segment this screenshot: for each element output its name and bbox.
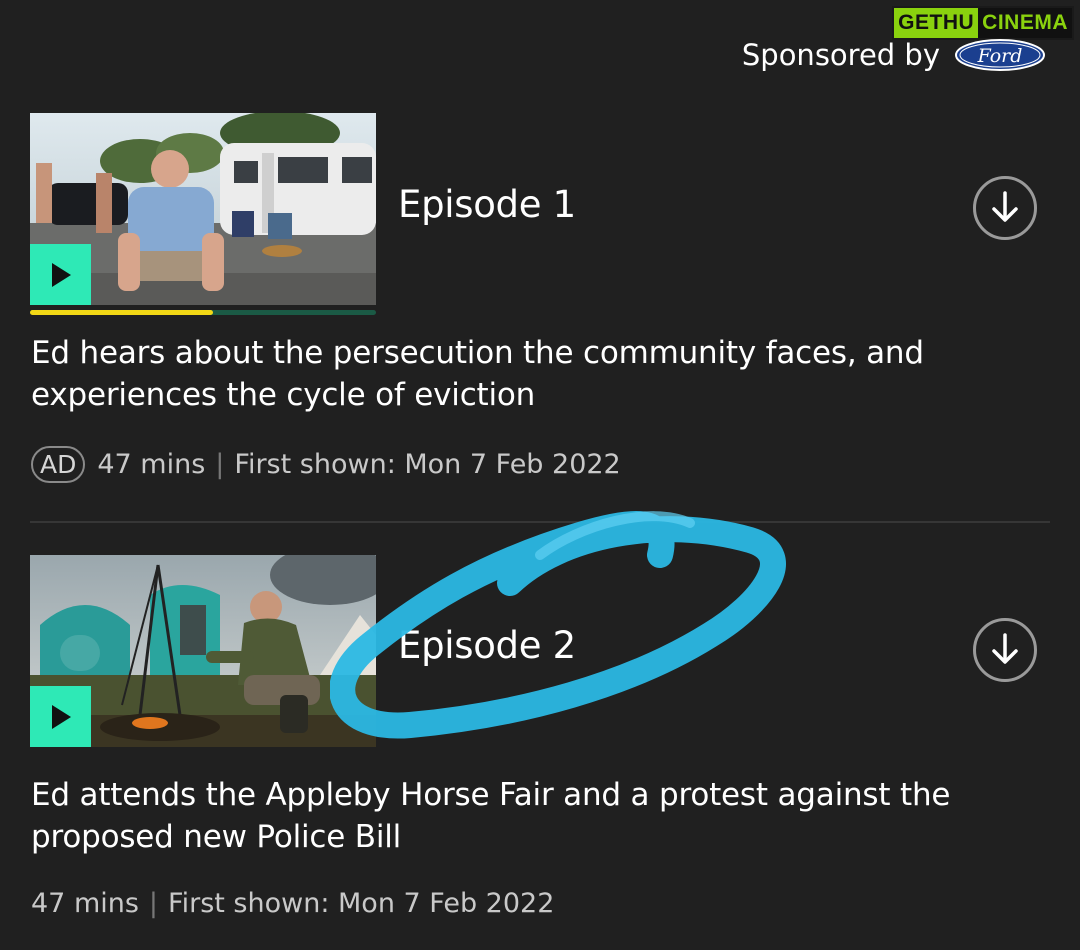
episode-1-progress-bar <box>30 310 376 315</box>
episode-2-meta: 47 mins | First shown: Mon 7 Feb 2022 <box>31 888 554 919</box>
play-icon <box>51 704 71 729</box>
episode-1-thumbnail[interactable] <box>30 113 376 305</box>
episode-1-progress-fill <box>30 310 214 315</box>
download-icon <box>992 633 1018 664</box>
episode-2-description: Ed attends the Appleby Horse Fair and a … <box>31 777 951 855</box>
episode-1-duration: 47 mins <box>97 449 206 480</box>
episode-2-download-button[interactable] <box>973 618 1037 682</box>
download-icon <box>992 191 1018 222</box>
watermark-part-b: CINEMA <box>978 8 1072 38</box>
episode-list-page: GETHU CINEMA Sponsored by Ford Episode 1… <box>0 0 1080 950</box>
episode-2-title[interactable]: Episode 2 <box>398 624 576 667</box>
episode-2-duration: 47 mins <box>31 888 139 919</box>
sponsor-banner: Sponsored by Ford <box>742 38 1046 72</box>
episode-1-description: Ed hears about the persecution the commu… <box>31 335 924 413</box>
episode-2-first-shown: First shown: Mon 7 Feb 2022 <box>168 888 555 919</box>
episode-divider <box>30 521 1050 523</box>
episode-1-play-button[interactable] <box>30 244 91 305</box>
episode-1-meta: AD 47 mins | First shown: Mon 7 Feb 2022 <box>31 446 621 483</box>
play-icon <box>51 262 71 287</box>
meta-separator: | <box>148 888 159 919</box>
audio-description-badge: AD <box>31 446 86 483</box>
svg-text:Ford: Ford <box>977 45 1023 67</box>
ford-logo: Ford <box>955 39 1045 71</box>
episode-1-title[interactable]: Episode 1 <box>398 183 576 226</box>
meta-separator: | <box>215 449 225 480</box>
watermark-part-a: GETHU <box>894 8 979 38</box>
episode-1-download-button[interactable] <box>973 176 1037 240</box>
episode-2-thumbnail[interactable] <box>30 555 376 747</box>
episode-1-first-shown: First shown: Mon 7 Feb 2022 <box>234 449 621 480</box>
watermark: GETHU CINEMA <box>892 6 1074 40</box>
sponsor-label: Sponsored by <box>741 38 940 72</box>
episode-2-play-button[interactable] <box>30 686 91 747</box>
